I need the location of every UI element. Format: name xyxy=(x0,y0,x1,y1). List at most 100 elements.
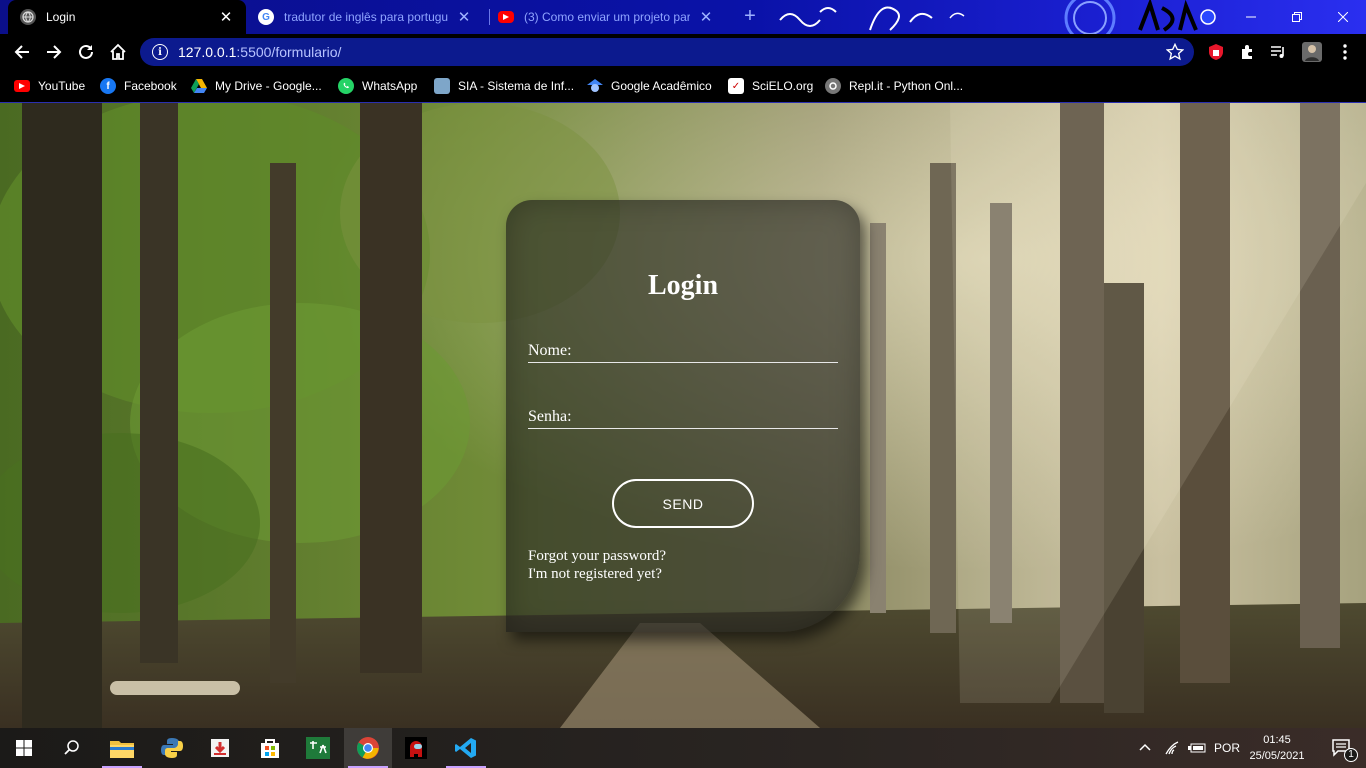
chrome-icon xyxy=(357,737,379,759)
arrow-right-icon xyxy=(47,45,62,59)
password-field[interactable]: Senha: xyxy=(528,405,838,429)
bookmark-whatsapp[interactable]: WhatsApp xyxy=(338,76,417,96)
bookmark-label: SIA - Sistema de Inf... xyxy=(458,79,575,93)
search-icon xyxy=(64,740,79,755)
bookmark-label: YouTube xyxy=(38,79,86,93)
name-input[interactable] xyxy=(576,339,834,361)
replit-icon xyxy=(825,78,841,94)
close-tab-icon[interactable]: ✕ xyxy=(698,8,714,26)
close-tab-icon[interactable]: ✕ xyxy=(456,8,472,26)
taskbar-store[interactable] xyxy=(246,728,294,768)
google-icon: G xyxy=(258,9,274,25)
taskbar-file-explorer[interactable] xyxy=(98,728,146,768)
login-form-card: Login Nome: Senha: SEND Forgot your pass… xyxy=(506,200,860,632)
tab-title: (3) Como enviar um projeto para xyxy=(524,10,690,24)
close-icon xyxy=(1338,12,1348,22)
back-button[interactable] xyxy=(8,38,36,66)
media-control-icon[interactable] xyxy=(1268,42,1288,62)
password-input[interactable] xyxy=(576,405,834,427)
bookmark-label: Google Acadêmico xyxy=(611,79,712,93)
extensions-puzzle-icon[interactable] xyxy=(1237,42,1257,62)
taskbar-vscode[interactable] xyxy=(442,728,490,768)
battery-icon[interactable] xyxy=(1188,742,1206,754)
windows-logo-icon xyxy=(16,740,32,756)
clock-date: 25/05/2021 xyxy=(1249,750,1305,762)
bookmarks-bar: YouTube f Facebook My Drive - Google... … xyxy=(0,70,1366,103)
forgot-password-link[interactable]: Forgot your password? xyxy=(528,548,666,565)
bookmark-facebook[interactable]: f Facebook xyxy=(100,76,177,96)
register-link[interactable]: I'm not registered yet? xyxy=(528,566,662,583)
restore-button[interactable] xyxy=(1274,0,1320,34)
scielo-icon: ✓ xyxy=(728,78,744,94)
download-icon xyxy=(211,739,229,757)
taskbar-downloader[interactable] xyxy=(196,728,244,768)
send-button[interactable]: SEND xyxy=(612,479,754,528)
youtube-icon xyxy=(14,80,30,92)
url-host: 127.0.0.1 xyxy=(178,44,237,60)
translation-app-icon xyxy=(306,737,330,759)
page-title: Login xyxy=(647,270,719,301)
reload-icon xyxy=(79,44,93,59)
name-label: Nome: xyxy=(528,342,572,359)
new-tab-button[interactable]: + xyxy=(740,5,760,28)
notification-center-button[interactable]: 1 xyxy=(1318,728,1366,768)
page-viewport: Login Nome: Senha: SEND Forgot your pass… xyxy=(0,103,1366,728)
clock[interactable]: 01:45 25/05/2021 xyxy=(1244,732,1310,764)
home-icon xyxy=(110,43,126,60)
reload-button[interactable] xyxy=(72,38,100,66)
google-drive-icon xyxy=(191,78,207,94)
address-bar[interactable]: i 127.0.0.1:5500/formulario/ xyxy=(140,38,1194,66)
minimize-icon xyxy=(1246,16,1256,18)
sia-icon xyxy=(434,78,450,94)
browser-theme-decoration xyxy=(779,0,1216,34)
globe-icon xyxy=(20,9,36,25)
home-button[interactable] xyxy=(104,38,132,66)
bookmark-label: My Drive - Google... xyxy=(215,79,322,93)
taskbar-among-us[interactable] xyxy=(392,728,440,768)
notification-count-badge: 1 xyxy=(1344,748,1358,762)
tab-title: tradutor de inglês para português xyxy=(284,10,448,24)
bookmark-my-drive[interactable]: My Drive - Google... xyxy=(191,76,322,96)
bookmark-youtube[interactable]: YouTube xyxy=(14,76,85,96)
password-label: Senha: xyxy=(528,408,572,425)
site-info-icon[interactable]: i xyxy=(152,44,168,60)
taskbar-remote-app[interactable] xyxy=(294,728,342,768)
bookmark-label: Repl.it - Python Onl... xyxy=(849,79,964,93)
clock-time: 01:45 xyxy=(1263,734,1291,746)
language-indicator[interactable]: POR xyxy=(1214,741,1240,755)
tab-title: Login xyxy=(46,10,76,24)
bookmark-scielo[interactable]: ✓ SciELO.org xyxy=(728,76,813,96)
taskbar-python[interactable] xyxy=(148,728,196,768)
folder-icon xyxy=(110,741,134,758)
extension-shield-icon[interactable] xyxy=(1206,42,1226,62)
facebook-icon: f xyxy=(100,78,116,94)
tab-translator[interactable]: G tradutor de inglês para português ✕ xyxy=(246,0,484,34)
chevron-up-icon[interactable] xyxy=(1138,741,1152,755)
tab-strip: Login ✕ G tradutor de inglês para portug… xyxy=(0,0,1366,34)
minimize-button[interactable] xyxy=(1228,0,1274,34)
tab-youtube[interactable]: (3) Como enviar um projeto para ✕ xyxy=(486,0,726,34)
profile-avatar[interactable] xyxy=(1302,42,1322,62)
wifi-icon[interactable] xyxy=(1164,741,1180,755)
close-window-button[interactable] xyxy=(1320,0,1366,34)
system-tray: POR xyxy=(1138,728,1240,768)
vscode-icon xyxy=(455,738,476,758)
search-button[interactable] xyxy=(48,728,96,768)
tab-login[interactable]: Login ✕ xyxy=(8,0,246,34)
bookmark-google-academico[interactable]: Google Acadêmico xyxy=(587,76,712,96)
forward-button[interactable] xyxy=(40,38,68,66)
store-icon xyxy=(261,739,279,758)
bookmark-replit[interactable]: Repl.it - Python Onl... xyxy=(825,76,963,96)
menu-kebab-icon[interactable] xyxy=(1335,42,1355,62)
browser-toolbar: i 127.0.0.1:5500/formulario/ xyxy=(0,34,1366,70)
bookmark-label: Facebook xyxy=(124,79,177,93)
python-icon xyxy=(161,738,183,758)
name-field[interactable]: Nome: xyxy=(528,339,838,363)
bookmark-sia[interactable]: SIA - Sistema de Inf... xyxy=(434,76,574,96)
taskbar-chrome[interactable] xyxy=(344,728,392,768)
close-tab-icon[interactable]: ✕ xyxy=(218,8,234,26)
start-button[interactable] xyxy=(0,728,48,768)
scholar-icon xyxy=(587,78,603,94)
bookmark-label: SciELO.org xyxy=(752,79,814,93)
bookmark-star-icon[interactable] xyxy=(1166,43,1184,61)
